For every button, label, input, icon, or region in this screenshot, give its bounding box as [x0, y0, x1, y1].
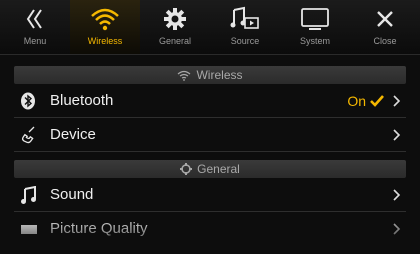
- phone-handset-icon: [20, 126, 46, 144]
- tab-system[interactable]: System: [280, 0, 350, 54]
- top-nav-bar: Menu Wireless General Source System Clos…: [0, 0, 420, 55]
- sound-row[interactable]: Sound: [14, 178, 406, 212]
- bluetooth-row[interactable]: Bluetooth On: [14, 84, 406, 118]
- tab-wireless[interactable]: Wireless: [70, 0, 140, 54]
- wifi-icon: [90, 2, 120, 36]
- device-label: Device: [50, 126, 96, 143]
- monitor-icon: [300, 2, 330, 36]
- settings-list: Wireless Bluetooth On Device General Sou…: [0, 58, 420, 245]
- tab-menu[interactable]: Menu: [0, 0, 70, 54]
- picture-icon: [20, 223, 46, 235]
- tab-label: Wireless: [87, 36, 123, 46]
- chevron-right-icon: [390, 128, 404, 141]
- gear-icon: [163, 2, 187, 36]
- section-header-wireless: Wireless: [14, 66, 406, 84]
- chevron-right-icon: [390, 188, 404, 201]
- music-source-icon: [230, 2, 260, 36]
- wifi-icon: [178, 70, 191, 81]
- tab-close[interactable]: Close: [350, 0, 420, 54]
- picture-quality-row[interactable]: Picture Quality: [14, 212, 406, 245]
- double-chevron-left-icon: [25, 2, 45, 36]
- chevron-right-icon: [390, 222, 404, 235]
- close-icon: [376, 2, 394, 36]
- tab-label: Menu: [23, 36, 47, 46]
- bluetooth-icon: [20, 92, 46, 110]
- bluetooth-status: On: [347, 92, 366, 109]
- tab-label: General: [158, 36, 192, 46]
- sound-label: Sound: [50, 186, 94, 203]
- section-title: General: [197, 162, 240, 176]
- picture-quality-label: Picture Quality: [50, 220, 148, 237]
- tab-label: Source: [230, 36, 260, 46]
- device-row[interactable]: Device: [14, 118, 406, 152]
- bluetooth-label: Bluetooth: [50, 92, 114, 109]
- section-header-general: General: [14, 160, 406, 178]
- music-note-icon: [20, 185, 46, 204]
- gear-icon: [180, 163, 193, 175]
- section-title: Wireless: [196, 68, 243, 82]
- chevron-right-icon: [390, 94, 404, 107]
- tab-source[interactable]: Source: [210, 0, 280, 54]
- tab-general[interactable]: General: [140, 0, 210, 54]
- tab-label: System: [299, 36, 330, 46]
- tab-label: Close: [373, 36, 397, 46]
- checkmark-icon: [370, 94, 384, 107]
